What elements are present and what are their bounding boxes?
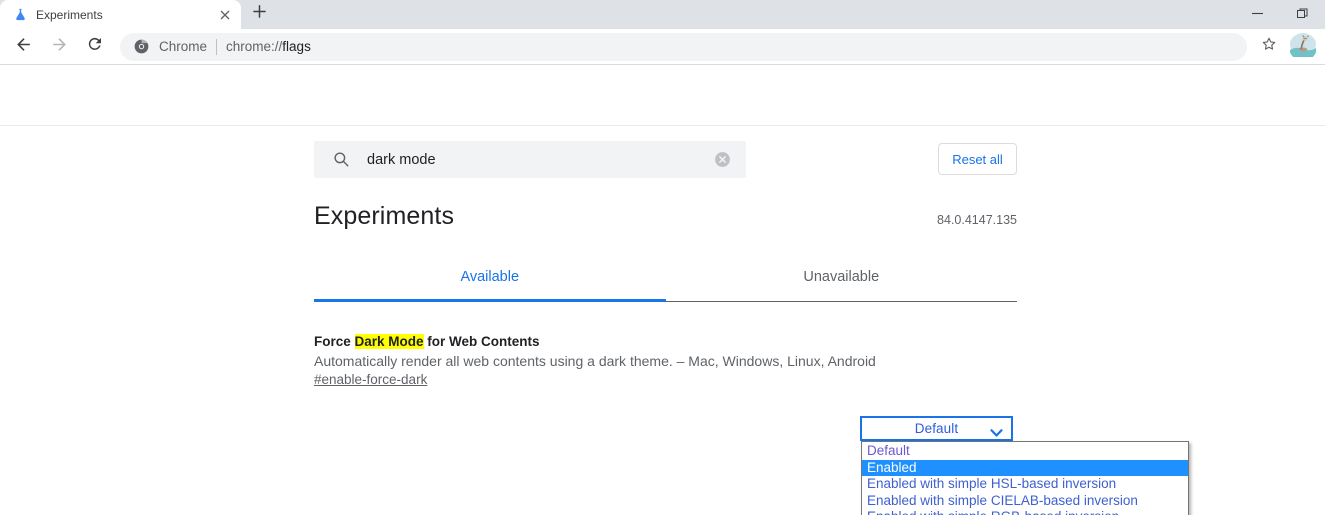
window-controls — [1235, 0, 1325, 29]
restore-icon — [1297, 6, 1308, 24]
new-tab-button[interactable] — [245, 0, 273, 28]
profile-avatar-cat-icon — [1290, 32, 1316, 61]
bookmark-button[interactable] — [1255, 33, 1283, 61]
minimize-icon — [1252, 6, 1263, 24]
restore-button[interactable] — [1280, 0, 1325, 29]
dropdown-option[interactable]: Enabled with simple CIELAB-based inversi… — [862, 493, 1188, 510]
browser-tab-experiments[interactable]: Experiments — [0, 0, 241, 29]
tab-strip: Experiments — [0, 0, 1325, 29]
flag-select-dropdown[interactable]: Default Enabled Enabled with simple HSL-ba… — [861, 441, 1189, 515]
omnibox-url: chrome://flags — [226, 39, 311, 54]
flag-title-highlight: Dark Mode — [354, 334, 424, 349]
dropdown-option[interactable]: Enabled — [862, 459, 1188, 477]
flag-entry-enable-force-dark: Force Dark Mode for Web Contents Automat… — [314, 334, 1017, 389]
dropdown-option[interactable]: Enabled with simple HSL-based inversion — [862, 476, 1188, 493]
arrow-back-icon — [14, 35, 33, 59]
search-input[interactable] — [367, 151, 697, 168]
address-bar[interactable]: Chrome chrome://flags — [120, 32, 1247, 61]
omnibox-site-chip: Chrome — [159, 39, 208, 54]
search-icon — [332, 150, 351, 169]
omnibox-url-prefix: chrome:// — [226, 39, 283, 54]
flag-select[interactable]: Default — [860, 416, 1013, 441]
flask-icon — [12, 7, 28, 23]
dropdown-option[interactable]: Enabled with simple RGB-based inversion — [862, 509, 1188, 515]
back-button[interactable] — [9, 33, 37, 61]
omnibox-url-main: flags — [282, 39, 311, 54]
flag-description: Automatically render all web contents us… — [314, 353, 876, 369]
clear-search-icon[interactable] — [713, 150, 732, 169]
flag-title-pre: Force — [314, 334, 355, 349]
omnibox-separator — [216, 38, 218, 55]
tab-available[interactable]: Available — [314, 260, 666, 302]
chrome-logo-icon — [134, 39, 150, 55]
browser-tab-title: Experiments — [36, 7, 103, 22]
reset-all-button[interactable]: Reset all — [938, 143, 1017, 175]
arrow-forward-icon — [50, 35, 69, 59]
flag-select-wrapper: Default — [860, 416, 1013, 441]
flag-permalink[interactable]: #enable-force-dark — [314, 372, 427, 387]
chrome-version: 84.0.4147.135 — [937, 213, 1017, 227]
search-bar-row — [0, 65, 1325, 126]
close-icon[interactable] — [217, 7, 233, 23]
dropdown-option[interactable]: Default — [862, 443, 1188, 460]
star-icon — [1260, 35, 1278, 58]
flag-title-post: for Web Contents — [423, 334, 540, 349]
flags-tablist: Available Unavailable — [314, 260, 1017, 302]
forward-button[interactable] — [45, 33, 73, 61]
chevron-down-icon — [990, 424, 1003, 437]
reload-icon — [86, 35, 104, 58]
minimize-button[interactable] — [1235, 0, 1280, 29]
tab-unavailable[interactable]: Unavailable — [666, 260, 1018, 301]
flag-title: Force Dark Mode for Web Contents — [314, 334, 1017, 349]
profile-avatar-button[interactable] — [1289, 32, 1317, 61]
plus-icon — [252, 5, 266, 23]
chrome-flags-page: Reset all Experiments 84.0.4147.135 Avai… — [0, 65, 1325, 515]
flag-select-value: Default — [914, 421, 959, 436]
page-title: Experiments — [314, 202, 455, 230]
search-flags-box[interactable] — [314, 141, 746, 178]
browser-toolbar: Chrome chrome://flags — [0, 29, 1325, 65]
page-header: Experiments 84.0.4147.135 — [314, 202, 1017, 231]
reload-button[interactable] — [81, 33, 109, 61]
